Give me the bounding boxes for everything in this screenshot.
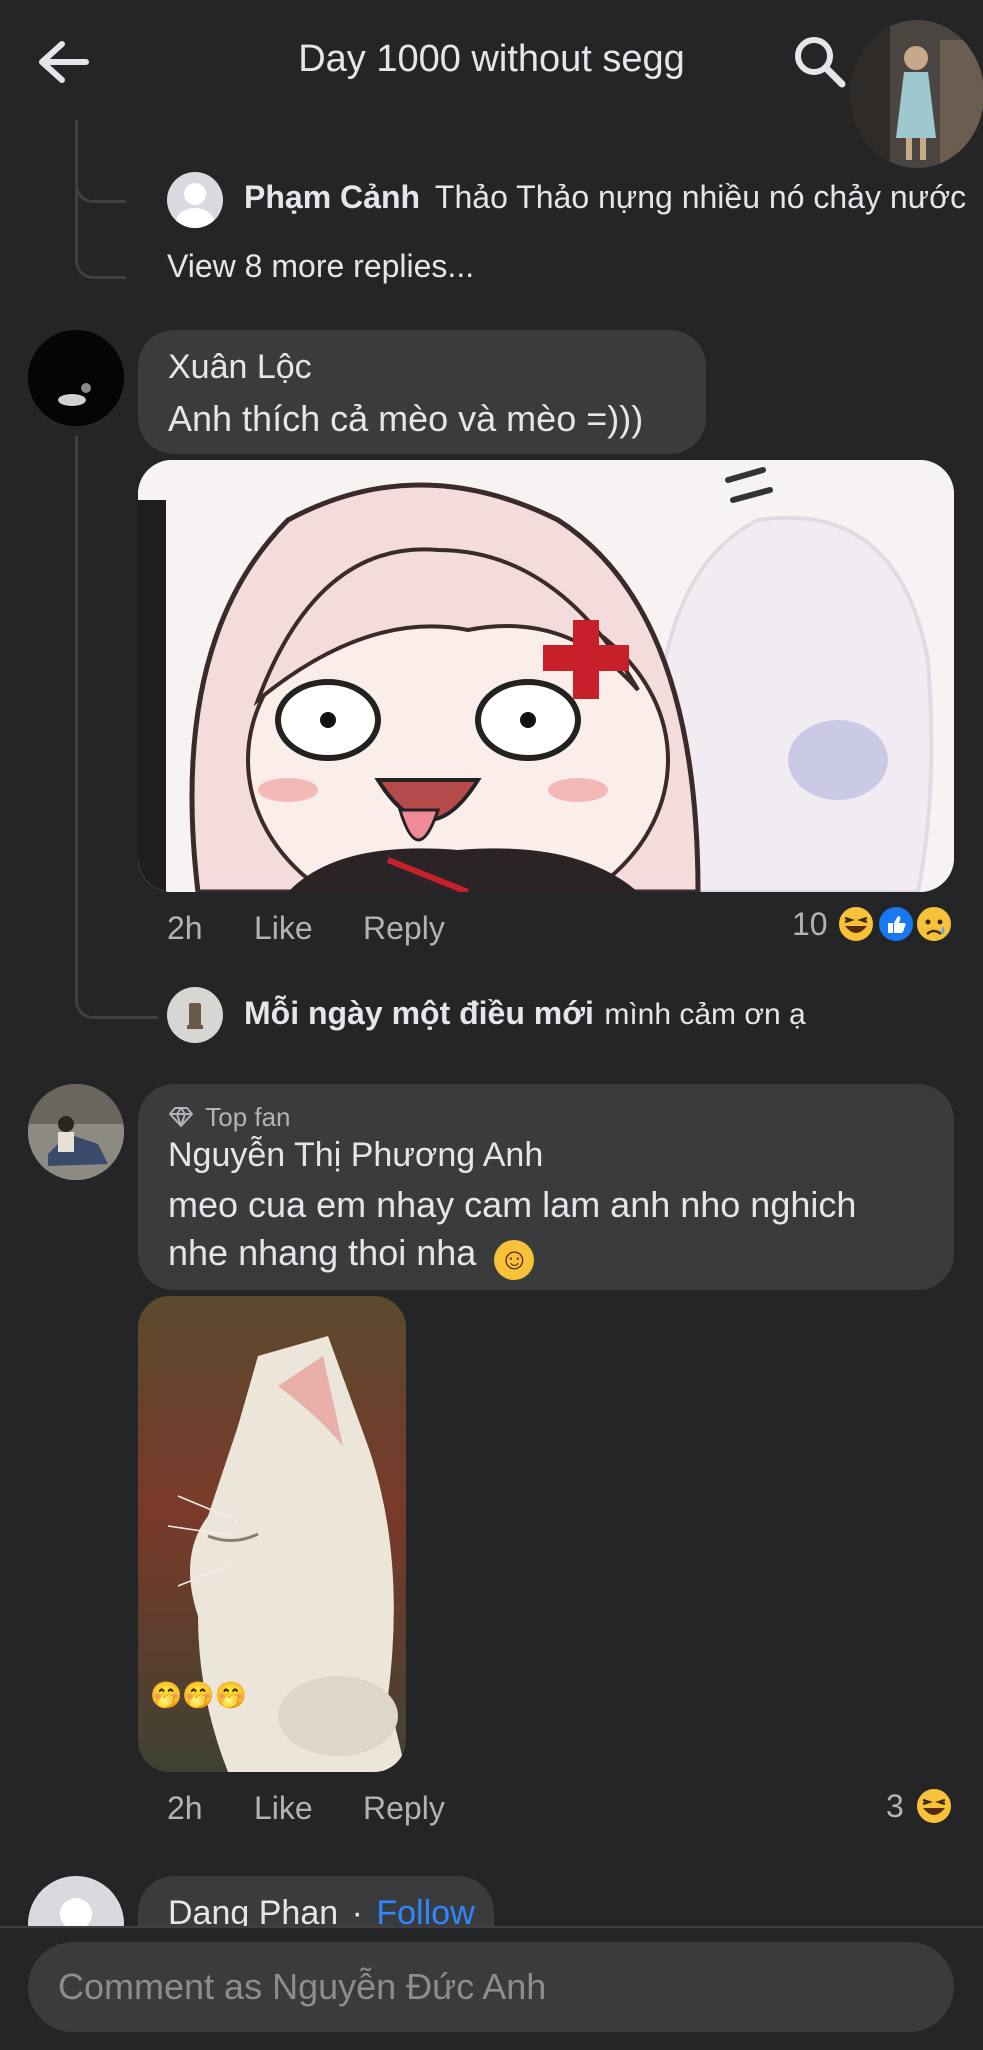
comment-bubble[interactable]: Xuân Lộc Anh thích cả mèo và mèo =)))	[138, 330, 706, 454]
reaction-count[interactable]: 10	[792, 906, 828, 943]
avatar[interactable]	[167, 987, 223, 1043]
comment-text-line2: nhe nhang thoi nha	[168, 1232, 477, 1273]
reaction-count[interactable]: 3	[886, 1788, 904, 1825]
view-more-replies-link[interactable]: View 8 more replies...	[167, 248, 474, 285]
top-bar: Day 1000 without segg	[0, 0, 983, 120]
comment-input[interactable]: Comment as Nguyễn Đức Anh	[28, 1942, 954, 2032]
smiling-emoji: ☺	[494, 1240, 535, 1280]
search-icon	[795, 37, 846, 88]
comment-input-placeholder: Comment as Nguyễn Đức Anh	[58, 1966, 547, 2007]
sad-reaction-icon[interactable]	[914, 904, 954, 944]
reply-text: mình cảm ơn ạ	[604, 998, 806, 1031]
comment-image[interactable]	[138, 460, 954, 892]
comment-text: Anh thích cả mèo và mèo =)))	[168, 398, 644, 439]
comment-bubble[interactable]: Top fan Nguyễn Thị Phương Anh meo cua em…	[138, 1084, 954, 1290]
reply-text: Thảo Thảo nựng nhiều nó chảy nước	[434, 179, 967, 215]
reply-author[interactable]: Mỗi ngày một điều mới	[244, 995, 594, 1031]
like-reaction-icon[interactable]	[876, 904, 916, 944]
top-fan-badge: Top fan	[168, 1102, 291, 1133]
comment-author[interactable]: Xuân Lộc	[168, 348, 312, 387]
reply-preview[interactable]: Mỗi ngày một điều mới mình cảm ơn ạ	[244, 995, 806, 1032]
reply-author[interactable]: Phạm Cảnh	[244, 179, 420, 215]
thread-elbow	[75, 190, 126, 279]
comment-author[interactable]: Nguyễn Thị Phương Anh	[168, 1136, 543, 1175]
like-button[interactable]: Like	[254, 910, 313, 947]
diamond-icon	[169, 1107, 193, 1127]
reply-button[interactable]: Reply	[363, 1790, 445, 1827]
search-button[interactable]	[792, 34, 848, 90]
anime-sticker-image	[138, 460, 954, 892]
laugh-reaction-icon[interactable]	[836, 904, 876, 944]
avatar[interactable]	[28, 1084, 124, 1180]
comment-text: meo cua em nhay cam lam anh nho nghich	[168, 1184, 857, 1225]
like-button[interactable]: Like	[254, 1790, 313, 1827]
avatar[interactable]	[167, 172, 223, 228]
comment-time: 2h	[167, 1790, 203, 1826]
profile-avatar[interactable]	[850, 20, 983, 168]
sticker-emojis: 🤭🤭🤭	[150, 1680, 248, 1710]
default-avatar-icon	[176, 183, 214, 228]
reply-preview[interactable]: Phạm Cảnh Thảo Thảo nựng nhiều nó chảy n…	[244, 179, 966, 216]
comment-time: 2h	[167, 910, 203, 946]
comment-image[interactable]: 🤭🤭🤭	[138, 1296, 406, 1772]
avatar[interactable]	[28, 330, 124, 426]
laugh-reaction-icon[interactable]	[914, 1786, 954, 1826]
comment-text: nhe nhang thoi nha ☺	[168, 1232, 535, 1280]
reply-button[interactable]: Reply	[363, 910, 445, 947]
badge-label: Top fan	[205, 1102, 291, 1132]
